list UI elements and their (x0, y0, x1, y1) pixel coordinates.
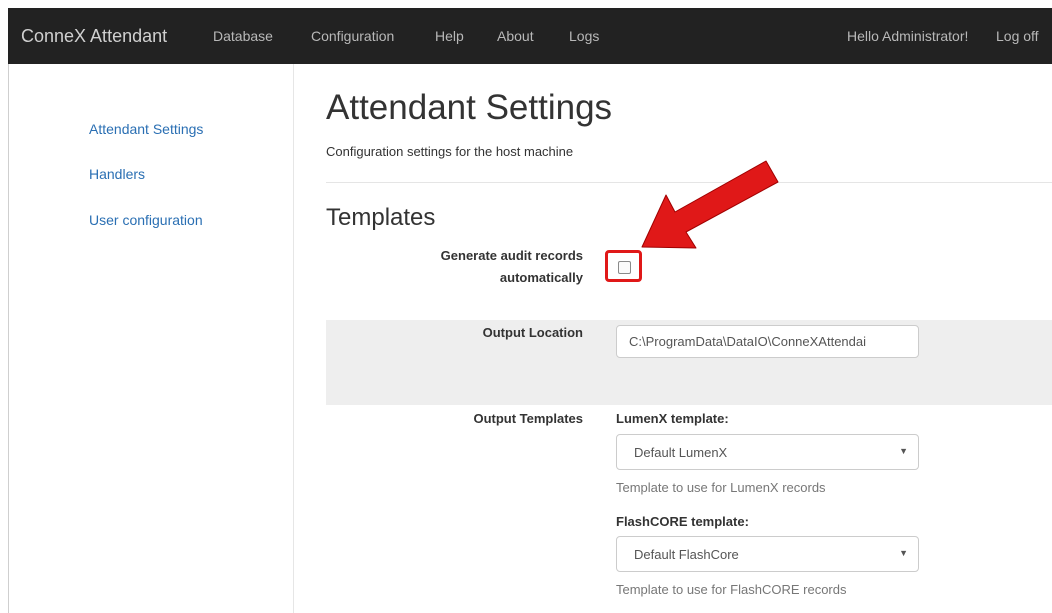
page-title: Attendant Settings (326, 88, 613, 127)
top-navbar: ConneX Attendant Database Configuration … (8, 8, 1052, 64)
nav-configuration[interactable]: Configuration (311, 28, 394, 44)
output-location-label: Output Location (482, 325, 583, 340)
nav-database[interactable]: Database (213, 28, 273, 44)
lumenx-selected-value: Default LumenX (634, 445, 728, 460)
red-arrow-annotation (641, 160, 779, 249)
audit-label-line2: automatically (499, 270, 583, 285)
brand-link[interactable]: ConneX Attendant (21, 26, 167, 47)
audit-checkbox-highlight (605, 250, 642, 282)
flashcore-selected-value: Default FlashCore (634, 547, 739, 562)
chevron-down-icon: ▼ (899, 548, 908, 558)
sidebar-item-handlers[interactable]: Handlers (89, 166, 145, 182)
sidebar-divider (293, 64, 294, 613)
lumenx-help-text: Template to use for LumenX records (616, 480, 826, 495)
output-templates-label: Output Templates (473, 411, 583, 426)
nav-logs[interactable]: Logs (569, 28, 599, 44)
flashcore-template-select[interactable]: Default FlashCore ▼ (616, 536, 919, 572)
user-greeting[interactable]: Hello Administrator! (847, 28, 968, 44)
lumenx-template-label: LumenX template: (616, 411, 729, 426)
page-border (8, 64, 9, 613)
flashcore-template-label: FlashCORE template: (616, 514, 749, 529)
lumenx-template-select[interactable]: Default LumenX ▼ (616, 434, 919, 470)
nav-about[interactable]: About (497, 28, 534, 44)
flashcore-help-text: Template to use for FlashCORE records (616, 582, 847, 597)
audit-records-checkbox[interactable] (618, 261, 631, 274)
page-subtitle: Configuration settings for the host mach… (326, 144, 574, 159)
nav-help[interactable]: Help (435, 28, 464, 44)
audit-label-line1: Generate audit records (440, 248, 583, 263)
section-title: Templates (326, 204, 436, 231)
sidebar-item-attendant-settings[interactable]: Attendant Settings (89, 121, 203, 137)
logoff-link[interactable]: Log off (996, 28, 1039, 44)
output-location-input[interactable]: C:\ProgramData\DataIO\ConneXAttendai (616, 325, 919, 358)
sidebar-item-user-configuration[interactable]: User configuration (89, 212, 203, 228)
chevron-down-icon: ▼ (899, 446, 908, 456)
